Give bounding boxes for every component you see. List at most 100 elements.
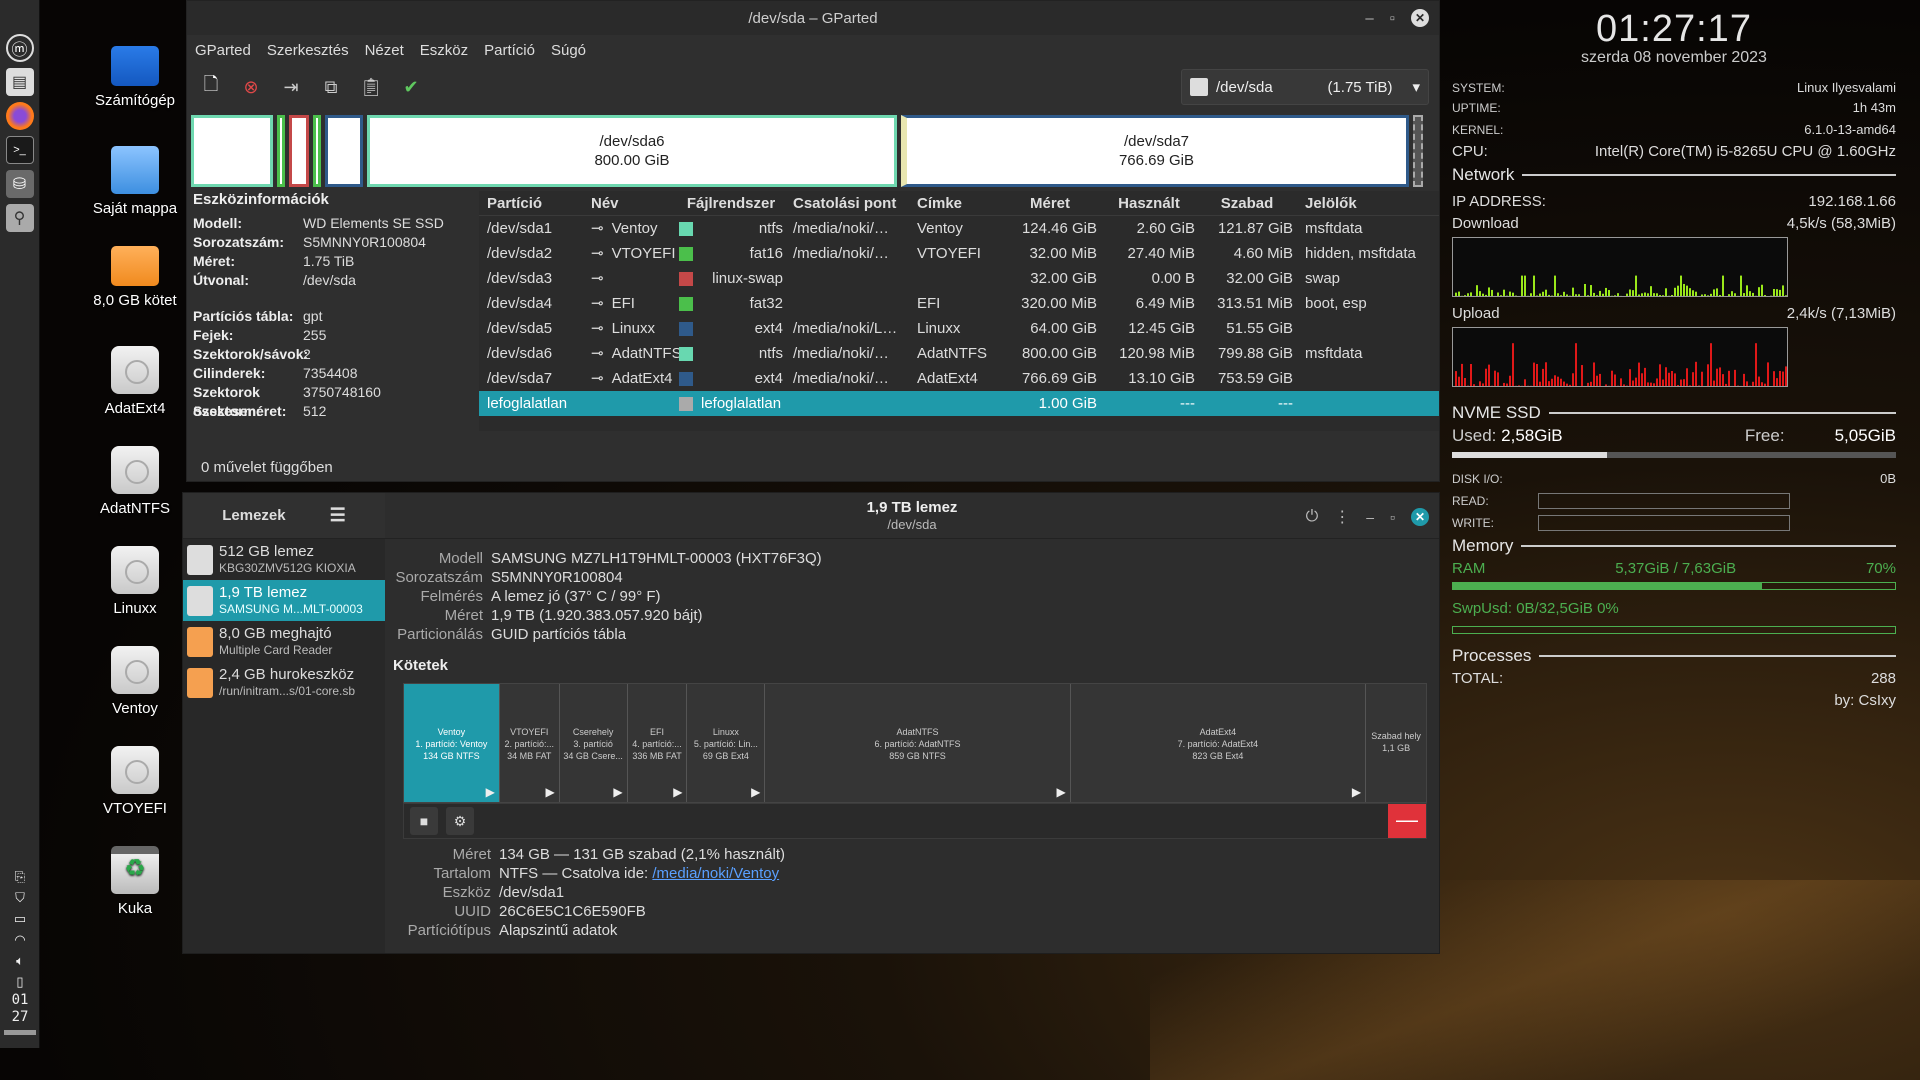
menu-view[interactable]: Nézet xyxy=(365,42,404,59)
power-off-icon[interactable]: ⏻ xyxy=(1306,508,1319,526)
disk-list-item[interactable]: 8,0 GB meghajtó Multiple Card Reader xyxy=(183,621,385,662)
map-sda1[interactable] xyxy=(191,115,273,187)
disk-list-item[interactable]: 2,4 GB hurokeszköz/run/initram...s/01-co… xyxy=(183,662,385,703)
info-row: Fejek: 255 xyxy=(191,326,487,345)
volume-block[interactable]: AdatNTFS 6. partíció: AdatNTFS 859 GB NTFS… xyxy=(765,684,1071,802)
menu-edit[interactable]: Szerkesztés xyxy=(267,42,349,59)
copy-icon[interactable]: ⧉ xyxy=(319,75,343,99)
partition-row[interactable]: /dev/sda5 ⊸ Linuxx ext4/media/noki/L… Linuxx… xyxy=(479,316,1439,341)
volume-block[interactable]: AdatExt4 7. partíció: AdatExt4 823 GB Ext4… xyxy=(1071,684,1367,802)
graph-bar xyxy=(1578,385,1580,386)
col-size[interactable]: Méret xyxy=(1003,191,1103,215)
panel-clock-minute[interactable]: 27 xyxy=(0,1009,40,1026)
disk-list-item[interactable]: 512 GB lemez KBG30ZMV512G KIOXIA xyxy=(183,539,385,580)
show-desktop-button[interactable] xyxy=(4,1030,36,1042)
menu-device[interactable]: Eszköz xyxy=(420,42,468,59)
disk-map: /dev/sda6 800.00 GiB /dev/sda7 766.69 Gi… xyxy=(191,115,1437,187)
partition-row[interactable]: /dev/sda1 ⊸ Ventoy ntfs/media/noki/… Ventoy 1… xyxy=(479,216,1439,241)
gparted-titlebar[interactable]: /dev/sda – GParted – ▫ ✕ xyxy=(187,1,1439,35)
cell-1: ⊸ xyxy=(591,266,679,291)
battery-icon[interactable]: ▯ xyxy=(0,971,40,992)
desktop-icon-4[interactable]: AdatNTFS xyxy=(80,446,190,517)
col-flags[interactable]: Jelölők xyxy=(1299,191,1439,215)
minimize-button[interactable]: – xyxy=(1366,509,1374,525)
col-partition[interactable]: Partíció xyxy=(479,191,591,215)
delete-partition-button[interactable]: — xyxy=(1388,804,1426,838)
unmount-stop-icon[interactable]: ■ xyxy=(410,807,438,835)
col-name[interactable]: Név xyxy=(591,191,679,215)
device-selector[interactable]: /dev/sda (1.75 TiB) ▾ xyxy=(1181,69,1429,105)
menu-help[interactable]: Súgó xyxy=(551,42,586,59)
partition-row[interactable]: /dev/sda7 ⊸ AdatExt4 ext4/media/noki/… AdatE… xyxy=(479,366,1439,391)
shield-icon[interactable]: ⛉ xyxy=(0,887,40,908)
disks-headerbar[interactable]: Lemezek ☰ 1,9 TB lemez /dev/sda ⏻ ⋮ – ▫ … xyxy=(183,493,1439,539)
desktop-icon-0[interactable]: Számítógép xyxy=(80,46,190,109)
desktop-icon-3[interactable]: AdatExt4 xyxy=(80,346,190,417)
desktop-icon-6[interactable]: Ventoy xyxy=(80,646,190,717)
maximize-button[interactable]: ▫ xyxy=(1390,509,1395,525)
paste-icon[interactable]: 📋︎ xyxy=(359,75,383,99)
disks-icon[interactable]: ⚲ xyxy=(5,204,34,232)
firefox-icon[interactable] xyxy=(5,102,34,130)
apply-check-icon[interactable]: ✔ xyxy=(399,75,423,99)
gparted-icon[interactable]: ⛁ xyxy=(5,170,34,198)
terminal-icon[interactable]: >_ xyxy=(5,136,34,164)
map-sda3[interactable] xyxy=(289,115,309,187)
volume-block[interactable]: VTOYEFI 2. partíció:... 34 MB FAT ▶ xyxy=(500,684,560,802)
map-sda7[interactable]: /dev/sda7 766.69 GiB xyxy=(901,115,1409,187)
panel-clock-hour[interactable]: 01 xyxy=(0,992,40,1009)
mount-point-link[interactable]: /media/noki/Ventoy xyxy=(652,865,779,882)
volume-block[interactable]: Linuxx 5. partíció: Lin... 69 GB Ext4 ▶ xyxy=(687,684,766,802)
minimize-button[interactable]: – xyxy=(1365,10,1373,27)
volume-block[interactable]: Ventoy 1. partíció: Ventoy 134 GB NTFS ▶ xyxy=(404,684,500,802)
file-manager-icon[interactable]: ▤ xyxy=(5,68,34,96)
desktop-icon-2[interactable]: 8,0 GB kötet xyxy=(80,246,190,309)
delete-icon[interactable]: ⊗ xyxy=(239,75,263,99)
detail-key: Sorozatszám xyxy=(395,569,483,586)
resize-move-icon[interactable]: ⇥ xyxy=(279,75,303,99)
settings-gears-icon[interactable]: ⚙ xyxy=(446,807,474,835)
map-sda6[interactable]: /dev/sda6 800.00 GiB xyxy=(367,115,897,187)
wifi-icon[interactable]: ◠ xyxy=(0,929,40,950)
partition-row[interactable]: /dev/sda6 ⊸ AdatNTFS ntfs/media/noki/… AdatN… xyxy=(479,341,1439,366)
new-partition-icon[interactable]: 🗋 xyxy=(199,74,223,99)
menu-partition[interactable]: Partíció xyxy=(484,42,535,59)
close-button[interactable]: ✕ xyxy=(1411,508,1429,526)
volume-block[interactable]: Cserehely 3. partíció 34 GB Csere... ▶ xyxy=(560,684,628,802)
col-used[interactable]: Használt xyxy=(1103,191,1201,215)
col-free[interactable]: Szabad xyxy=(1201,191,1299,215)
more-options-icon[interactable]: ⋮ xyxy=(1334,507,1350,527)
volume-icon[interactable]: 🔈︎ xyxy=(0,950,40,971)
maximize-button[interactable]: ▫ xyxy=(1390,10,1395,27)
graph-bar xyxy=(1575,294,1577,296)
graph-bar xyxy=(1599,290,1601,296)
display-icon[interactable]: ▭ xyxy=(0,908,40,929)
menu-gparted[interactable]: GParted xyxy=(195,42,251,59)
map-sda4[interactable] xyxy=(313,115,321,187)
volume-block[interactable]: Szabad hely 1,1 GB xyxy=(1366,684,1426,802)
partition-row[interactable]: /dev/sda4 ⊸ EFI fat32 EFI 320.00 MiB 6.49 MiB 3… xyxy=(479,291,1439,316)
partition-row[interactable]: lefoglalatlan lefoglalatlan 1.00 GiB --- --- xyxy=(479,391,1439,416)
close-button[interactable]: ✕ xyxy=(1411,9,1429,27)
graph-bar xyxy=(1605,384,1607,386)
map-sda5[interactable] xyxy=(325,115,363,187)
fs-color-swatch xyxy=(679,246,693,261)
map-sda2[interactable] xyxy=(277,115,285,187)
graph-bar xyxy=(1491,289,1493,296)
volume-block[interactable]: EFI 4. partíció:... 336 MB FAT ▶ xyxy=(628,684,688,802)
col-filesystem[interactable]: Fájlrendszer xyxy=(679,191,789,215)
graph-bar xyxy=(1686,368,1688,386)
col-mountpoint[interactable]: Csatolási pont xyxy=(789,191,913,215)
partition-row[interactable]: /dev/sda3 ⊸ linux-swap 32.00 GiB 0.00 B 32.00… xyxy=(479,266,1439,291)
desktop-icon-8[interactable]: ♻ Kuka xyxy=(80,846,190,917)
desktop-icon-5[interactable]: Linuxx xyxy=(80,546,190,617)
mint-menu-icon[interactable]: ⓜ xyxy=(5,34,34,62)
hamburger-menu-icon[interactable]: ☰ xyxy=(330,505,346,526)
desktop-icon-1[interactable]: Saját mappa xyxy=(80,146,190,217)
col-label[interactable]: Címke xyxy=(913,191,1003,215)
clipboard-icon[interactable]: ⎘ xyxy=(0,866,40,887)
map-unallocated[interactable] xyxy=(1413,115,1423,187)
desktop-icon-7[interactable]: VTOYEFI xyxy=(80,746,190,817)
partition-row[interactable]: /dev/sda2 ⊸ VTOYEFI fat16/media/noki/… VTOYE… xyxy=(479,241,1439,266)
disk-list-item[interactable]: 1,9 TB lemez SAMSUNG M...MLT-00003 xyxy=(183,580,385,621)
